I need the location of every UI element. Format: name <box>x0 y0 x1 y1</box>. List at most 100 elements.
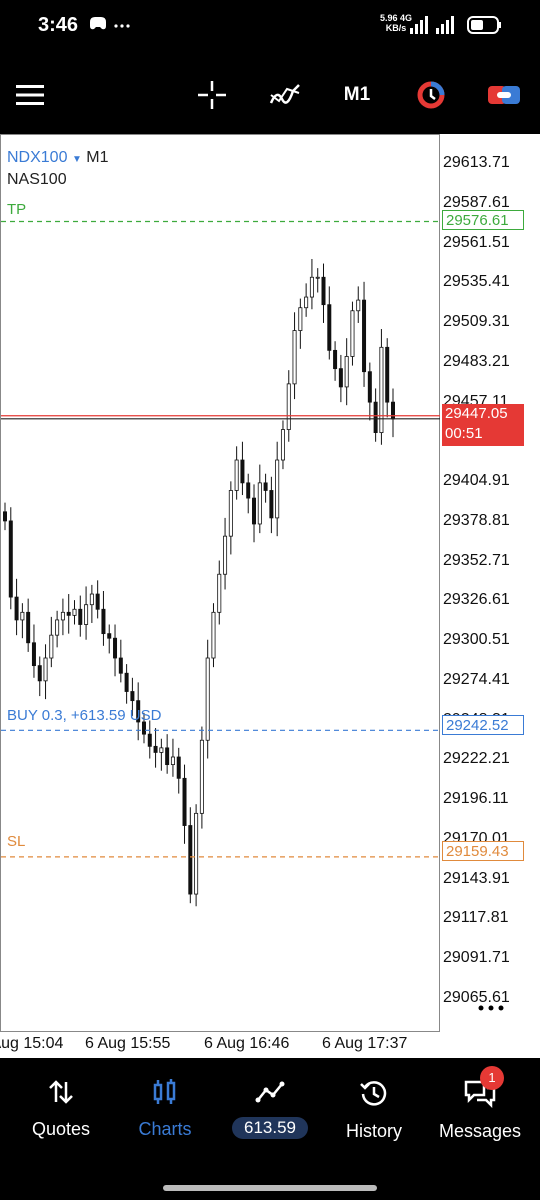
nav-trade[interactable]: 613.59 <box>220 1078 320 1139</box>
candle-body <box>199 739 204 814</box>
menu-button[interactable] <box>10 60 50 130</box>
candle-body <box>66 611 71 616</box>
candle-body <box>14 596 19 621</box>
candle-body <box>292 330 297 385</box>
quotes-arrows-icon <box>49 1080 73 1104</box>
price-tick: 29535.41 <box>443 273 510 291</box>
nav-quotes-label: Quotes <box>31 1119 91 1139</box>
candle-body <box>298 307 303 331</box>
history-clock-icon <box>360 1081 387 1106</box>
one-click-trading-icon <box>417 81 445 109</box>
nav-charts[interactable]: Charts <box>115 1078 215 1140</box>
price-tick: 29561.51 <box>443 233 510 251</box>
candle-body <box>153 745 158 753</box>
one-click-trading-button[interactable] <box>412 60 450 130</box>
price-tick: 29613.71 <box>443 154 510 171</box>
price-tick: 29378.81 <box>443 511 510 529</box>
candle-body <box>228 490 233 537</box>
trade-icon <box>488 86 520 104</box>
candle-body <box>31 642 36 667</box>
candle-body <box>84 604 89 625</box>
price-tick: 29300.51 <box>443 631 510 648</box>
chart-symbol-line[interactable]: NDX100 ▼ M1 <box>7 149 109 167</box>
candle-body <box>43 657 48 682</box>
candle-body <box>60 611 65 621</box>
buy-position-label[interactable]: BUY 0.3, +613.59 USD <box>7 707 161 724</box>
price-tick: 29091.71 <box>443 949 510 966</box>
more-dots-icon <box>478 1005 504 1011</box>
candle-body <box>269 490 274 519</box>
sl-price-tag: 29159.43 <box>442 841 524 861</box>
candle-body <box>194 812 199 895</box>
candle-body <box>170 756 175 766</box>
candle-body <box>159 747 164 753</box>
status-notification-icons <box>88 14 132 39</box>
price-tick: 29352.71 <box>443 551 510 569</box>
status-time: 3:46 <box>38 14 79 36</box>
candle-body <box>367 371 372 403</box>
candle-body <box>304 296 309 309</box>
candle-body <box>333 349 338 370</box>
price-tick: 29222.21 <box>443 750 510 768</box>
candle-body <box>390 401 395 420</box>
crosshair-button[interactable] <box>192 60 232 130</box>
battery-icon <box>467 16 501 34</box>
candlestick-chart <box>1 220 441 907</box>
bottom-navigation: Quotes Charts 613.59 History Messages 1 <box>0 1058 540 1200</box>
candle-body <box>240 459 245 484</box>
candle-body <box>205 657 210 741</box>
price-tick: 29143.91 <box>443 869 510 887</box>
nav-charts-label: Charts <box>138 1119 192 1139</box>
candle-body <box>89 593 94 606</box>
tp-label: TP <box>7 201 27 218</box>
signal-bars-icon <box>410 16 454 34</box>
nav-history[interactable]: History <box>324 1078 424 1142</box>
indicator-wave-icon <box>269 84 300 104</box>
time-tick: 6 Aug 16:46 <box>204 1035 290 1052</box>
candle-body <box>252 497 257 525</box>
nav-quotes[interactable]: Quotes <box>11 1078 111 1140</box>
candle-body <box>95 593 100 610</box>
tp-price-tag: 29576.61 <box>442 210 524 230</box>
candle-body <box>130 691 135 702</box>
indicators-button[interactable] <box>264 60 306 130</box>
candle-body <box>78 608 83 625</box>
candle-body <box>55 619 60 636</box>
symbol-dropdown-icon[interactable]: ▼ <box>72 154 82 165</box>
nav-messages[interactable]: Messages 1 <box>430 1066 530 1142</box>
candle-body <box>182 777 187 826</box>
candle-body <box>101 608 106 635</box>
game-controller-icon <box>90 17 130 30</box>
bid-price-tag: 29447.05 00:51 <box>442 404 524 446</box>
symbol-name[interactable]: NDX100 <box>7 149 67 166</box>
candle-body <box>373 401 378 434</box>
candle-body <box>124 672 129 692</box>
hamburger-menu-icon <box>16 85 44 105</box>
price-tick: 29483.21 <box>443 352 510 370</box>
candle-body <box>118 657 123 674</box>
trade-graph-icon <box>255 1081 285 1103</box>
chart-area[interactable]: NDX100 ▼ M1 NAS100 TP BUY 0.3, +613.59 U… <box>0 134 441 1032</box>
candle-body <box>26 611 31 644</box>
candle-body <box>49 634 54 659</box>
status-bar: 3:46 5.96 4G KB/s <box>0 0 540 56</box>
more-options-button[interactable] <box>476 1000 506 1018</box>
candle-body <box>338 368 343 388</box>
candle-body <box>246 482 251 499</box>
timeframe-button[interactable]: M1 <box>334 60 380 130</box>
time-tick: 6 Aug 15:04 <box>0 1035 64 1052</box>
price-tick: 29274.41 <box>443 670 510 688</box>
candle-body <box>275 459 280 519</box>
candle-body <box>263 482 268 491</box>
price-tick: 29404.91 <box>443 472 510 489</box>
signal-icons <box>408 14 508 41</box>
nav-messages-label: Messages <box>438 1121 522 1141</box>
candle-body <box>147 733 152 747</box>
messages-badge: 1 <box>480 1066 504 1090</box>
nav-trade-profit: 613.59 <box>232 1117 308 1139</box>
price-tick: 29196.11 <box>443 790 509 807</box>
trade-button[interactable] <box>484 60 524 130</box>
candles <box>3 258 395 907</box>
candle-body <box>176 756 181 779</box>
home-indicator[interactable] <box>163 1185 377 1191</box>
